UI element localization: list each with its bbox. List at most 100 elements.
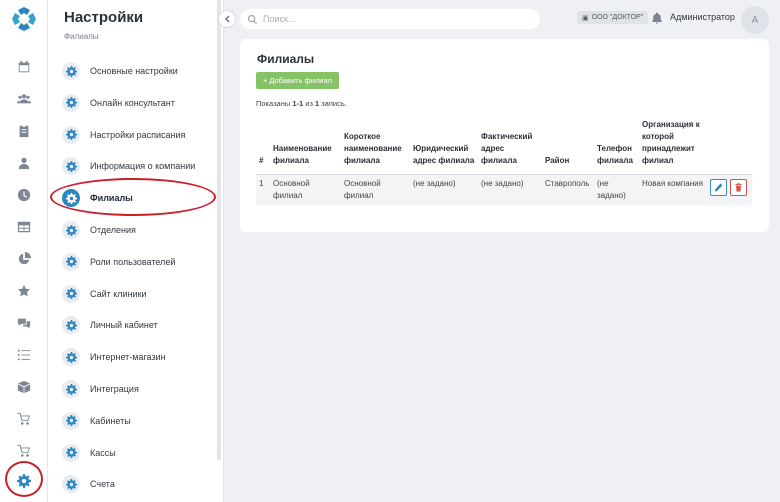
building-icon: ▣ bbox=[582, 14, 589, 22]
settings-sidebar: Настройки Филиалы Основные настройки Онла… bbox=[48, 0, 224, 502]
logo[interactable] bbox=[11, 6, 37, 32]
checklist-icon[interactable] bbox=[14, 345, 34, 365]
summary-mid: из bbox=[303, 99, 315, 108]
cell-organization: Новая компания bbox=[639, 174, 707, 205]
pie-chart-icon[interactable] bbox=[14, 249, 34, 269]
sidebar-item-label: Интеграция bbox=[90, 384, 139, 394]
collapse-sidebar-button[interactable] bbox=[218, 10, 236, 28]
icon-rail bbox=[0, 0, 48, 502]
results-summary: Показаны 1-1 из 1 запись. bbox=[256, 99, 347, 108]
add-branch-label: Добавить филиал bbox=[269, 76, 333, 85]
gear-icon bbox=[62, 221, 80, 239]
cell-actions bbox=[707, 174, 752, 205]
avatar[interactable]: А bbox=[741, 6, 769, 34]
search-box[interactable] bbox=[240, 9, 540, 29]
column-header-district[interactable]: Район bbox=[542, 119, 594, 175]
sidebar-item-label: Настройки расписания bbox=[90, 129, 186, 140]
boxes-icon[interactable] bbox=[14, 377, 34, 397]
cell-district: Ставрополь bbox=[542, 174, 594, 205]
trash-icon bbox=[735, 183, 742, 192]
sidebar-item-label: Кабинеты bbox=[90, 415, 131, 426]
cell-phone: (не задано) bbox=[594, 174, 639, 205]
gear-icon bbox=[62, 348, 80, 367]
gear-icon bbox=[62, 380, 80, 398]
pencil-icon bbox=[714, 183, 723, 192]
notifications-button[interactable] bbox=[651, 11, 665, 25]
branches-table: # Наименование филиала Короткое наименов… bbox=[256, 119, 752, 205]
chat-icon[interactable] bbox=[14, 313, 34, 333]
summary-prefix: Показаны bbox=[256, 99, 293, 108]
sidebar-subtitle: Филиалы bbox=[64, 32, 99, 41]
gear-icon bbox=[62, 475, 80, 494]
column-header-organization[interactable]: Организация к которой принадлежит филиал bbox=[639, 119, 707, 175]
table-header-row: # Наименование филиала Короткое наименов… bbox=[256, 119, 752, 175]
organization-name: ООО "ДОКТОР" bbox=[591, 14, 644, 21]
sidebar-item[interactable]: Информация о компании bbox=[62, 154, 218, 178]
sidebar-item-label: Роли пользователей bbox=[90, 256, 176, 267]
sidebar-item-label: Онлайн консультант bbox=[90, 97, 175, 108]
search-input[interactable] bbox=[263, 14, 523, 24]
plus-icon: + bbox=[262, 76, 268, 85]
sidebar-item-label: Основные настройки bbox=[90, 66, 178, 76]
cell-legal-address: (не задано) bbox=[410, 174, 478, 205]
sidebar-scrollbar[interactable] bbox=[217, 0, 221, 460]
sidebar-item[interactable]: Интеграция bbox=[62, 377, 218, 401]
column-header-number[interactable]: # bbox=[256, 119, 270, 175]
gear-icon bbox=[62, 443, 80, 462]
column-header-actions bbox=[707, 119, 752, 175]
add-branch-button[interactable]: + Добавить филиал bbox=[256, 72, 339, 89]
sidebar-item[interactable]: Основные настройки bbox=[62, 59, 218, 83]
sidebar-item[interactable]: Кабинеты bbox=[62, 409, 218, 433]
star-icon[interactable] bbox=[14, 281, 34, 301]
highlight-circle bbox=[50, 178, 216, 216]
sidebar-item[interactable]: Настройки расписания bbox=[62, 123, 218, 147]
gear-icon bbox=[62, 157, 80, 176]
cell-actual-address: (не задано) bbox=[478, 174, 542, 205]
cell-number: 1 bbox=[256, 174, 270, 205]
sidebar-item-label: Отделения bbox=[90, 225, 136, 235]
user-name[interactable]: Администратор bbox=[670, 12, 735, 22]
sidebar-item-label: Интернет-магазин bbox=[90, 352, 166, 363]
page-title: Филиалы bbox=[257, 52, 315, 66]
sidebar-title: Настройки bbox=[64, 9, 144, 26]
doctor-icon[interactable] bbox=[14, 153, 34, 173]
gear-icon bbox=[62, 316, 80, 335]
gear-icon bbox=[62, 62, 80, 80]
sidebar-item[interactable]: Личный кабинет bbox=[62, 313, 218, 337]
search-icon bbox=[248, 14, 257, 24]
clipboard-icon[interactable] bbox=[14, 121, 34, 141]
column-header-legal-address[interactable]: Юридический адрес филиала bbox=[410, 119, 478, 175]
gear-icon bbox=[62, 284, 80, 303]
branches-card: Филиалы + Добавить филиал Показаны 1-1 и… bbox=[240, 39, 769, 232]
cart-icon[interactable] bbox=[14, 409, 34, 429]
sidebar-item[interactable]: Онлайн консультант bbox=[62, 91, 218, 115]
calendar-icon[interactable] bbox=[14, 57, 34, 77]
table-icon[interactable] bbox=[14, 217, 34, 237]
top-bar: ▣ ООО "ДОКТОР" Администратор А bbox=[218, 0, 780, 38]
sidebar-item[interactable]: Роли пользователей bbox=[62, 250, 218, 274]
delete-button[interactable] bbox=[730, 179, 747, 196]
edit-button[interactable] bbox=[710, 179, 727, 196]
gear-icon bbox=[62, 125, 80, 144]
column-header-actual-address[interactable]: Фактический адрес филиала bbox=[478, 119, 542, 175]
clock-icon[interactable] bbox=[14, 185, 34, 205]
table-row: 1 Основной филиал Основной филиал (не за… bbox=[256, 174, 752, 205]
sidebar-item[interactable]: Кассы bbox=[62, 441, 218, 465]
summary-range: 1-1 bbox=[292, 99, 304, 108]
sidebar-item-label: Личный кабинет bbox=[90, 320, 158, 331]
cell-short-name: Основной филиал bbox=[341, 174, 410, 205]
sidebar-item[interactable]: Отделения bbox=[62, 218, 218, 242]
sidebar-item-label: Счета bbox=[90, 479, 115, 490]
sidebar-item-label: Кассы bbox=[90, 447, 116, 458]
column-header-phone[interactable]: Телефон филиала bbox=[594, 119, 639, 175]
sidebar-item[interactable]: Сайт клиники bbox=[62, 282, 218, 306]
sidebar-item[interactable]: Счета bbox=[62, 472, 218, 496]
gear-icon bbox=[62, 93, 80, 112]
sidebar-item-label: Информация о компании bbox=[90, 161, 196, 172]
column-header-name[interactable]: Наименование филиала bbox=[270, 119, 341, 175]
sidebar-item[interactable]: Интернет-магазин bbox=[62, 345, 218, 369]
users-icon[interactable] bbox=[14, 89, 34, 109]
cart-plus-icon[interactable] bbox=[14, 441, 34, 461]
organization-badge[interactable]: ▣ ООО "ДОКТОР" bbox=[577, 11, 649, 24]
column-header-short-name[interactable]: Короткое наименование филиала bbox=[341, 119, 410, 175]
